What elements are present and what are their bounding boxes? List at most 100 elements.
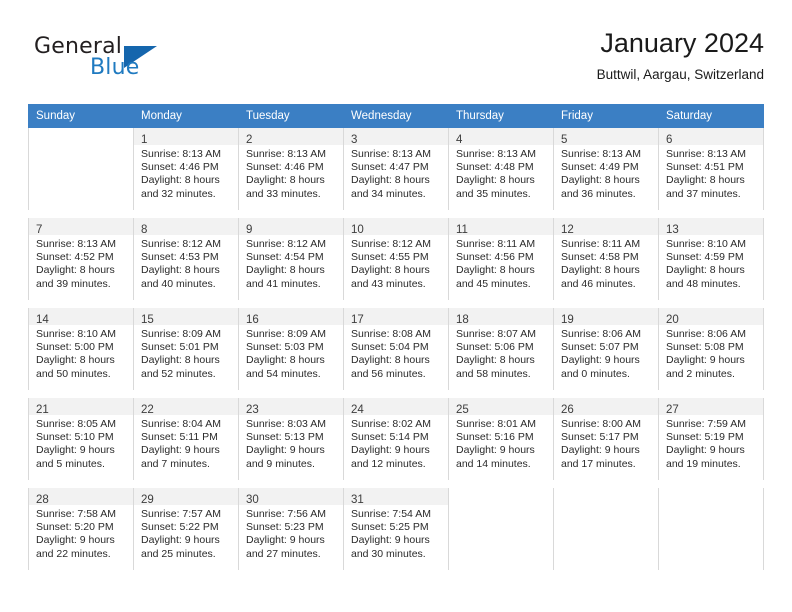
calendar-day-cell[interactable]: 7 Sunrise: 8:13 AM Sunset: 4:52 PM Daylight… [28,218,134,300]
calendar-day-cell[interactable]: 27 Sunrise: 7:59 AM Sunset: 5:19 PM Dayligh… [658,398,764,480]
sunrise-text: Sunrise: 8:00 AM [561,418,641,430]
day-sun-info: Sunrise: 7:54 AM Sunset: 5:25 PM Daylight:… [344,505,448,561]
day-cell-content: 3 Sunrise: 8:13 AM Sunset: 4:47 PM Daylight… [344,128,448,210]
daylight-text-cont: and 40 minutes. [141,277,216,290]
calendar-day-cell[interactable]: 4 Sunrise: 8:13 AM Sunset: 4:48 PM Daylight… [448,127,554,210]
sunrise-text: Sunrise: 8:12 AM [141,238,221,250]
day-cell-content: 8 Sunrise: 8:12 AM Sunset: 4:53 PM Daylight… [134,218,238,300]
sunrise-text: Sunrise: 8:13 AM [141,148,221,160]
day-cell-content: 31 Sunrise: 7:54 AM Sunset: 5:25 PM Dayligh… [344,488,448,570]
day-number: 8 [141,224,148,236]
day-number-band: 15 [134,308,238,326]
day-number: 17 [351,314,364,326]
day-number: 2 [246,134,253,146]
calendar-day-cell[interactable]: 20 Sunrise: 8:06 AM Sunset: 5:08 PM Dayligh… [658,308,764,390]
day-number-band: 24 [344,398,448,416]
day-number: 18 [456,314,469,326]
day-number: 26 [561,404,574,416]
day-sun-info: Sunrise: 8:13 AM Sunset: 4:47 PM Daylight:… [344,145,448,201]
daylight-text-cont: and 22 minutes. [36,547,111,560]
sunrise-text: Sunrise: 8:01 AM [456,418,536,430]
calendar-day-cell[interactable]: 5 Sunrise: 8:13 AM Sunset: 4:49 PM Daylight… [553,127,659,210]
sunrise-text: Sunrise: 8:13 AM [456,148,536,160]
calendar-day-cell[interactable]: 9 Sunrise: 8:12 AM Sunset: 4:54 PM Daylight… [238,218,344,300]
day-number: 21 [36,404,49,416]
calendar-day-cell[interactable] [658,488,764,570]
day-number-band: 29 [134,488,238,506]
calendar-day-cell[interactable]: 2 Sunrise: 8:13 AM Sunset: 4:46 PM Daylight… [238,127,344,210]
week-separator [28,210,764,218]
sunset-text: Sunset: 4:49 PM [561,161,639,174]
day-number: 23 [246,404,259,416]
day-cell-content: 14 Sunrise: 8:10 AM Sunset: 5:00 PM Dayligh… [29,308,133,390]
day-number-band: 20 [659,308,763,326]
day-number-band: 27 [659,398,763,416]
calendar-day-cell[interactable]: 14 Sunrise: 8:10 AM Sunset: 5:00 PM Dayligh… [28,308,134,390]
week-separator [28,390,764,398]
sunrise-text: Sunrise: 7:54 AM [351,508,431,520]
calendar-week-row: 21 Sunrise: 8:05 AM Sunset: 5:10 PM Dayligh… [28,398,764,480]
calendar-day-cell[interactable] [448,488,554,570]
calendar-day-cell[interactable]: 13 Sunrise: 8:10 AM Sunset: 4:59 PM Dayligh… [658,218,764,300]
calendar-day-cell[interactable]: 22 Sunrise: 8:04 AM Sunset: 5:11 PM Dayligh… [133,398,239,480]
day-number: 16 [246,314,259,326]
calendar-day-cell[interactable]: 8 Sunrise: 8:12 AM Sunset: 4:53 PM Daylight… [133,218,239,300]
sunrise-text: Sunrise: 8:10 AM [666,238,746,250]
day-number-band [29,128,133,145]
day-sun-info: Sunrise: 8:13 AM Sunset: 4:48 PM Daylight:… [449,145,553,201]
calendar-day-cell[interactable]: 15 Sunrise: 8:09 AM Sunset: 5:01 PM Dayligh… [133,308,239,390]
calendar-day-cell[interactable]: 30 Sunrise: 7:56 AM Sunset: 5:23 PM Dayligh… [238,488,344,570]
calendar-day-cell[interactable]: 1 Sunrise: 8:13 AM Sunset: 4:46 PM Daylight… [133,127,239,210]
day-number-band: 8 [134,218,238,236]
sunset-text: Sunset: 5:14 PM [351,431,429,444]
calendar-day-cell[interactable]: 6 Sunrise: 8:13 AM Sunset: 4:51 PM Daylight… [658,127,764,210]
day-sun-info: Sunrise: 8:04 AM Sunset: 5:11 PM Daylight:… [134,415,238,471]
day-number: 11 [456,224,468,236]
calendar-day-cell[interactable]: 31 Sunrise: 7:54 AM Sunset: 5:25 PM Dayligh… [343,488,449,570]
day-number: 6 [666,134,673,146]
day-sun-info: Sunrise: 8:13 AM Sunset: 4:49 PM Daylight:… [554,145,658,201]
calendar-day-cell[interactable]: 28 Sunrise: 7:58 AM Sunset: 5:20 PM Dayligh… [28,488,134,570]
calendar-day-cell[interactable]: 21 Sunrise: 8:05 AM Sunset: 5:10 PM Dayligh… [28,398,134,480]
day-sun-info: Sunrise: 8:09 AM Sunset: 5:03 PM Daylight:… [239,325,343,381]
sunrise-text: Sunrise: 8:02 AM [351,418,431,430]
day-sun-info: Sunrise: 8:13 AM Sunset: 4:46 PM Daylight:… [239,145,343,201]
week-separator-cell [28,390,764,398]
daylight-text: Daylight: 8 hours [36,354,115,367]
day-sun-info: Sunrise: 8:00 AM Sunset: 5:17 PM Daylight:… [554,415,658,471]
day-cell-content: 16 Sunrise: 8:09 AM Sunset: 5:03 PM Dayligh… [239,308,343,390]
calendar-day-cell[interactable] [553,488,659,570]
calendar-day-cell[interactable]: 18 Sunrise: 8:07 AM Sunset: 5:06 PM Dayligh… [448,308,554,390]
daylight-text-cont: and 0 minutes. [561,367,630,380]
daylight-text: Daylight: 8 hours [456,264,535,277]
calendar-day-cell[interactable]: 17 Sunrise: 8:08 AM Sunset: 5:04 PM Dayligh… [343,308,449,390]
calendar-day-cell[interactable]: 11 Sunrise: 8:11 AM Sunset: 4:56 PM Dayligh… [448,218,554,300]
calendar-day-cell[interactable]: 12 Sunrise: 8:11 AM Sunset: 4:58 PM Dayligh… [553,218,659,300]
day-number-band: 5 [554,128,658,146]
day-sun-info: Sunrise: 8:13 AM Sunset: 4:46 PM Daylight:… [134,145,238,201]
daylight-text-cont: and 19 minutes. [666,457,741,470]
day-sun-info: Sunrise: 8:11 AM Sunset: 4:56 PM Daylight:… [449,235,553,291]
calendar-day-cell[interactable]: 24 Sunrise: 8:02 AM Sunset: 5:14 PM Dayligh… [343,398,449,480]
calendar-day-cell[interactable]: 10 Sunrise: 8:12 AM Sunset: 4:55 PM Dayligh… [343,218,449,300]
calendar-day-cell[interactable]: 16 Sunrise: 8:09 AM Sunset: 5:03 PM Dayligh… [238,308,344,390]
sunset-text: Sunset: 4:48 PM [456,161,534,174]
sunset-text: Sunset: 5:07 PM [561,341,639,354]
calendar-day-cell[interactable]: 25 Sunrise: 8:01 AM Sunset: 5:16 PM Dayligh… [448,398,554,480]
general-blue-logo[interactable]: General Blue [28,34,248,92]
title-block: January 2024 Buttwil, Aargau, Switzerlan… [597,26,764,85]
day-cell-content: 28 Sunrise: 7:58 AM Sunset: 5:20 PM Dayligh… [29,488,133,570]
sunrise-text: Sunrise: 7:56 AM [246,508,326,520]
day-number-band: 1 [134,128,238,146]
calendar-day-cell[interactable]: 29 Sunrise: 7:57 AM Sunset: 5:22 PM Dayligh… [133,488,239,570]
daylight-text: Daylight: 8 hours [456,174,535,187]
daylight-text-cont: and 27 minutes. [246,547,321,560]
daylight-text-cont: and 37 minutes. [666,187,741,200]
calendar-day-cell[interactable]: 3 Sunrise: 8:13 AM Sunset: 4:47 PM Daylight… [343,127,449,210]
day-number: 9 [246,224,253,236]
calendar-day-cell[interactable]: 19 Sunrise: 8:06 AM Sunset: 5:07 PM Dayligh… [553,308,659,390]
calendar-day-cell[interactable]: 23 Sunrise: 8:03 AM Sunset: 5:13 PM Dayligh… [238,398,344,480]
calendar-day-cell[interactable] [28,127,134,210]
daylight-text-cont: and 54 minutes. [246,367,321,380]
calendar-day-cell[interactable]: 26 Sunrise: 8:00 AM Sunset: 5:17 PM Dayligh… [553,398,659,480]
